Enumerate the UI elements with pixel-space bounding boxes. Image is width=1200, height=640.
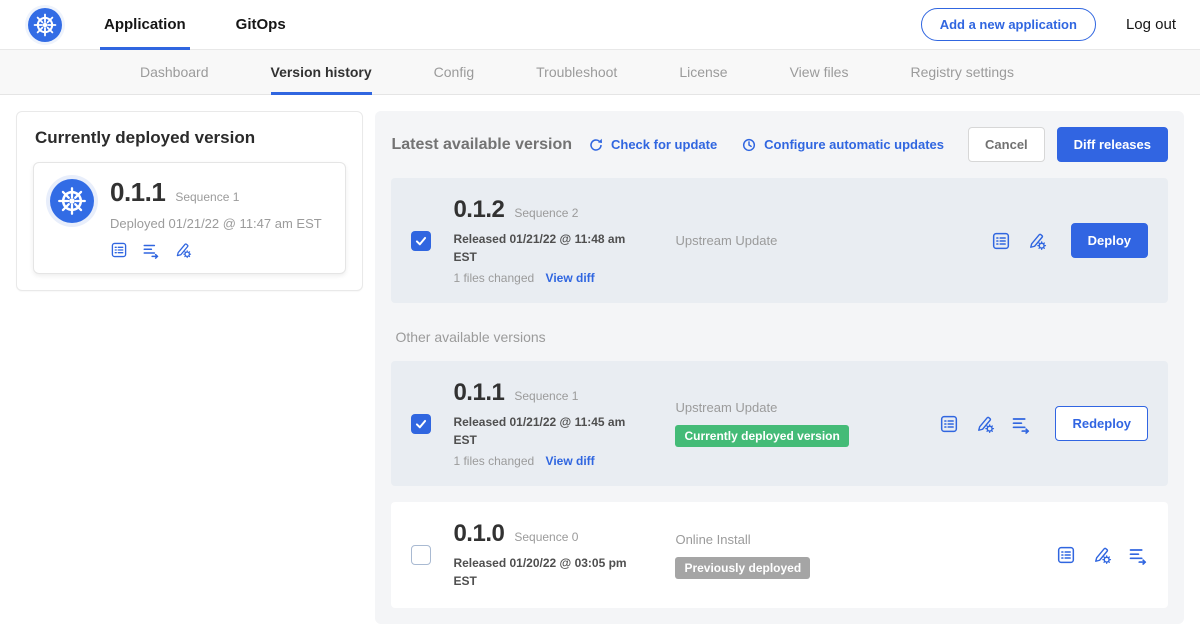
release-notes-icon[interactable] <box>110 241 128 259</box>
currently-deployed-badge: Currently deployed version <box>675 425 848 447</box>
schedule-icon <box>741 137 757 153</box>
cancel-button[interactable]: Cancel <box>968 127 1045 162</box>
version-row: 0.1.1 Sequence 1 Released 01/21/22 @ 11:… <box>391 361 1168 486</box>
files-changed-label: 1 files changed <box>453 454 534 468</box>
deploy-button[interactable]: Deploy <box>1071 223 1148 258</box>
version-actions: Deploy <box>991 223 1148 258</box>
nav-tab-gitops[interactable]: GitOps <box>232 0 290 50</box>
version-sequence: Sequence 0 <box>514 530 578 544</box>
top-navbar: Application GitOps Add a new application… <box>0 0 1200 50</box>
source-label: Online Install <box>675 532 1056 547</box>
latest-version-title: Latest available version <box>391 136 572 154</box>
currently-deployed-panel: Currently deployed version 0.1.1 Sequenc… <box>16 111 363 291</box>
other-versions-title: Other available versions <box>395 329 1168 345</box>
version-source: Upstream Update Currently deployed versi… <box>675 400 939 447</box>
config-icon[interactable] <box>1027 231 1047 251</box>
version-info: 0.1.1 Sequence 1 Released 01/21/22 @ 11:… <box>453 379 675 468</box>
config-icon[interactable] <box>975 414 995 434</box>
diff-releases-button[interactable]: Diff releases <box>1057 127 1168 162</box>
config-icon[interactable] <box>1092 545 1112 565</box>
released-timestamp: Released 01/21/22 @ 11:45 am EST <box>453 413 631 449</box>
version-select-checkbox[interactable] <box>411 414 431 434</box>
check-icon <box>414 234 428 248</box>
release-notes-icon[interactable] <box>939 414 959 434</box>
deployed-panel-title: Currently deployed version <box>35 128 346 148</box>
tab-view-files[interactable]: View files <box>790 50 849 95</box>
configure-updates-label: Configure automatic updates <box>764 137 944 152</box>
versions-header: Latest available version Check for updat… <box>391 127 1168 162</box>
version-actions <box>1056 545 1148 565</box>
check-icon <box>414 417 428 431</box>
released-timestamp: Released 01/21/22 @ 11:48 am EST <box>453 230 631 266</box>
version-sequence: Sequence 1 <box>514 389 578 403</box>
version-source: Upstream Update <box>675 233 990 248</box>
deployed-timestamp: Deployed 01/21/22 @ 11:47 am EST <box>110 216 322 231</box>
deployed-version-card: 0.1.1 Sequence 1 Deployed 01/21/22 @ 11:… <box>33 162 346 274</box>
release-notes-icon[interactable] <box>991 231 1011 251</box>
tab-troubleshoot[interactable]: Troubleshoot <box>536 50 617 95</box>
add-application-button[interactable]: Add a new application <box>921 8 1096 41</box>
app-subnav: Dashboard Version history Config Trouble… <box>0 50 1200 95</box>
version-sequence: Sequence 2 <box>514 206 578 220</box>
tab-dashboard[interactable]: Dashboard <box>140 50 209 95</box>
version-row: 0.1.0 Sequence 0 Released 01/20/22 @ 03:… <box>391 502 1168 608</box>
previously-deployed-badge: Previously deployed <box>675 557 810 579</box>
version-info: 0.1.0 Sequence 0 Released 01/20/22 @ 03:… <box>453 520 675 590</box>
check-for-update-link[interactable]: Check for update <box>588 137 717 153</box>
check-for-update-label: Check for update <box>611 137 717 152</box>
deployed-version-sequence: Sequence 1 <box>175 190 239 204</box>
released-timestamp: Released 01/20/22 @ 03:05 pm EST <box>453 554 631 590</box>
diff-icon[interactable] <box>142 241 160 259</box>
kubernetes-logo-icon <box>28 8 62 42</box>
logout-link[interactable]: Log out <box>1126 16 1176 33</box>
source-label: Upstream Update <box>675 400 939 415</box>
version-history-panel: Latest available version Check for updat… <box>375 111 1184 624</box>
deployed-version-number: 0.1.1 <box>110 177 165 208</box>
refresh-icon <box>588 137 604 153</box>
tab-version-history[interactable]: Version history <box>271 50 372 95</box>
tab-license[interactable]: License <box>679 50 727 95</box>
tab-config[interactable]: Config <box>434 50 474 95</box>
diff-icon[interactable] <box>1128 545 1148 565</box>
release-notes-icon[interactable] <box>1056 545 1076 565</box>
files-changed-label: 1 files changed <box>453 271 534 285</box>
version-info: 0.1.2 Sequence 2 Released 01/21/22 @ 11:… <box>453 196 675 285</box>
main-content: Currently deployed version 0.1.1 Sequenc… <box>0 95 1200 640</box>
redeploy-button[interactable]: Redeploy <box>1055 406 1148 441</box>
config-icon[interactable] <box>174 241 192 259</box>
version-select-checkbox[interactable] <box>411 545 431 565</box>
configure-updates-link[interactable]: Configure automatic updates <box>741 137 944 153</box>
version-number: 0.1.0 <box>453 520 504 548</box>
version-number: 0.1.2 <box>453 196 504 224</box>
diff-icon[interactable] <box>1011 414 1031 434</box>
source-label: Upstream Update <box>675 233 990 248</box>
nav-tab-application[interactable]: Application <box>100 0 190 50</box>
tab-registry-settings[interactable]: Registry settings <box>910 50 1013 95</box>
version-select-checkbox[interactable] <box>411 231 431 251</box>
view-diff-link[interactable]: View diff <box>546 454 595 468</box>
version-number: 0.1.1 <box>453 379 504 407</box>
app-kubernetes-icon <box>50 179 94 223</box>
view-diff-link[interactable]: View diff <box>546 271 595 285</box>
version-row: 0.1.2 Sequence 2 Released 01/21/22 @ 11:… <box>391 178 1168 303</box>
version-source: Online Install Previously deployed <box>675 532 1056 579</box>
deployed-version-body: 0.1.1 Sequence 1 Deployed 01/21/22 @ 11:… <box>110 177 322 259</box>
version-actions: Redeploy <box>939 406 1148 441</box>
